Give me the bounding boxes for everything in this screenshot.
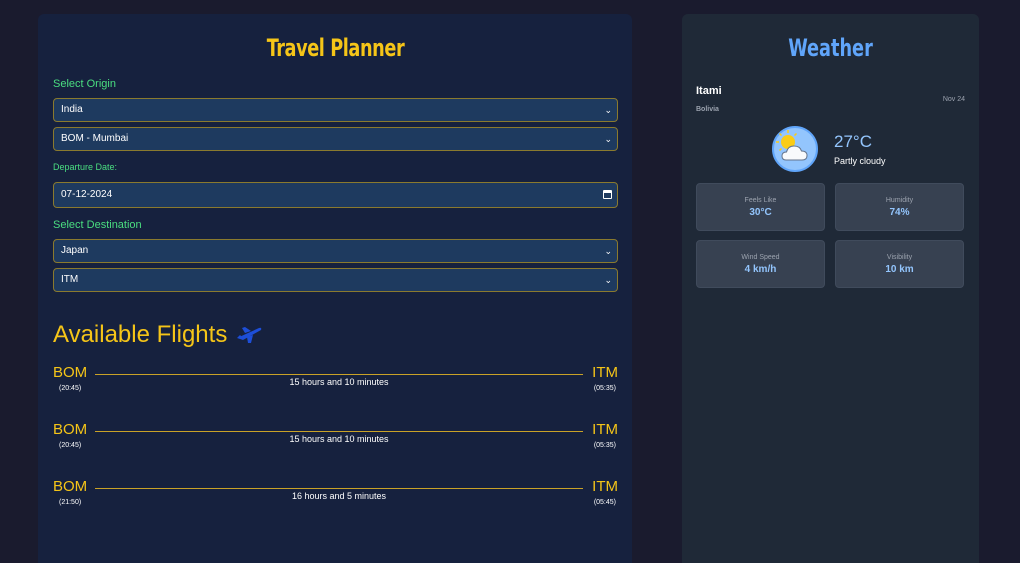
destination-airport-value: ITM — [61, 274, 79, 285]
flight-route-line — [95, 374, 583, 375]
flight-row[interactable]: BOM (20:45) 15 hours and 10 minutes ITM … — [53, 364, 618, 404]
departure-label: Departure Date: — [53, 162, 118, 172]
flight-origin-code: BOM — [53, 478, 88, 495]
planner-title: Travel Planner — [266, 34, 405, 62]
flight-route-line — [95, 431, 583, 432]
flight-destination-code: ITM — [592, 478, 618, 495]
stat-label: Wind Speed — [741, 254, 780, 261]
origin-label: Select Origin — [53, 78, 116, 90]
flight-origin-code: BOM — [53, 421, 88, 438]
destination-label: Select Destination — [53, 219, 142, 231]
flight-arrival-time: (05:45) — [593, 499, 616, 506]
weather-panel: Weather Itami Bolivia Nov 24 27°C Partly… — [682, 14, 979, 563]
flight-departure-time: (20:45) — [59, 442, 82, 449]
origin-airport-select[interactable]: BOM - Mumbai ⌄ — [53, 127, 618, 151]
available-flights-title: Available Flights — [53, 321, 228, 348]
flight-row[interactable]: BOM (20:45) 15 hours and 10 minutes ITM … — [53, 421, 618, 461]
flight-route-line — [95, 488, 583, 489]
stat-value: 4 km/h — [744, 264, 777, 275]
flight-duration: 15 hours and 10 minutes — [289, 434, 389, 444]
flight-departure-time: (21:50) — [59, 499, 82, 506]
flight-duration: 15 hours and 10 minutes — [289, 377, 389, 387]
weather-title: Weather — [788, 34, 873, 62]
weather-condition: Partly cloudy — [834, 156, 886, 166]
weather-city: Itami — [696, 85, 722, 97]
destination-airport-select[interactable]: ITM ⌄ — [53, 268, 618, 292]
departure-date-value: 07-12-2024 — [61, 189, 113, 200]
destination-country-select[interactable]: Japan ⌄ — [53, 239, 618, 263]
flights-list: BOM (20:45) 15 hours and 10 minutes ITM … — [53, 364, 618, 518]
chevron-down-icon: ⌄ — [604, 105, 612, 115]
weather-date: Nov 24 — [942, 96, 965, 103]
weather-temperature: 27°C — [834, 132, 872, 151]
stat-value: 10 km — [885, 264, 914, 275]
stat-label: Feels Like — [744, 197, 777, 204]
flight-departure-time: (20:45) — [59, 385, 82, 392]
weather-icon-container — [772, 126, 818, 172]
flight-destination-code: ITM — [592, 421, 618, 438]
stat-feels-like: Feels Like 30°C — [696, 183, 825, 231]
flight-row[interactable]: BOM (21:50) 16 hours and 5 minutes ITM (… — [53, 478, 618, 518]
origin-country-value: India — [61, 104, 83, 115]
weather-country: Bolivia — [696, 106, 719, 113]
flight-destination-code: ITM — [592, 364, 618, 381]
flight-arrival-time: (05:35) — [593, 385, 616, 392]
chevron-down-icon: ⌄ — [604, 134, 612, 144]
flight-arrival-time: (05:35) — [593, 442, 616, 449]
stat-label: Visibility — [886, 254, 913, 261]
stat-value: 74% — [889, 207, 910, 218]
destination-country-value: Japan — [61, 245, 89, 256]
stat-humidity: Humidity 74% — [835, 183, 964, 231]
airplane-icon — [237, 327, 262, 343]
origin-airport-value: BOM - Mumbai — [61, 133, 129, 144]
calendar-icon[interactable] — [603, 190, 612, 199]
available-flights-heading: Available Flights — [53, 318, 618, 352]
origin-country-select[interactable]: India ⌄ — [53, 98, 618, 122]
travel-planner-panel: Travel Planner Select Origin India ⌄ BOM… — [38, 14, 632, 563]
stat-visibility: Visibility 10 km — [835, 240, 964, 288]
stat-wind-speed: Wind Speed 4 km/h — [696, 240, 825, 288]
departure-date-input[interactable]: 07-12-2024 — [53, 182, 618, 208]
flight-duration: 16 hours and 5 minutes — [291, 491, 387, 501]
stat-label: Humidity — [885, 197, 914, 204]
chevron-down-icon: ⌄ — [604, 275, 612, 285]
chevron-down-icon: ⌄ — [604, 246, 612, 256]
partly-cloudy-icon — [776, 130, 808, 161]
stat-value: 30°C — [749, 207, 772, 218]
flight-origin-code: BOM — [53, 364, 88, 381]
